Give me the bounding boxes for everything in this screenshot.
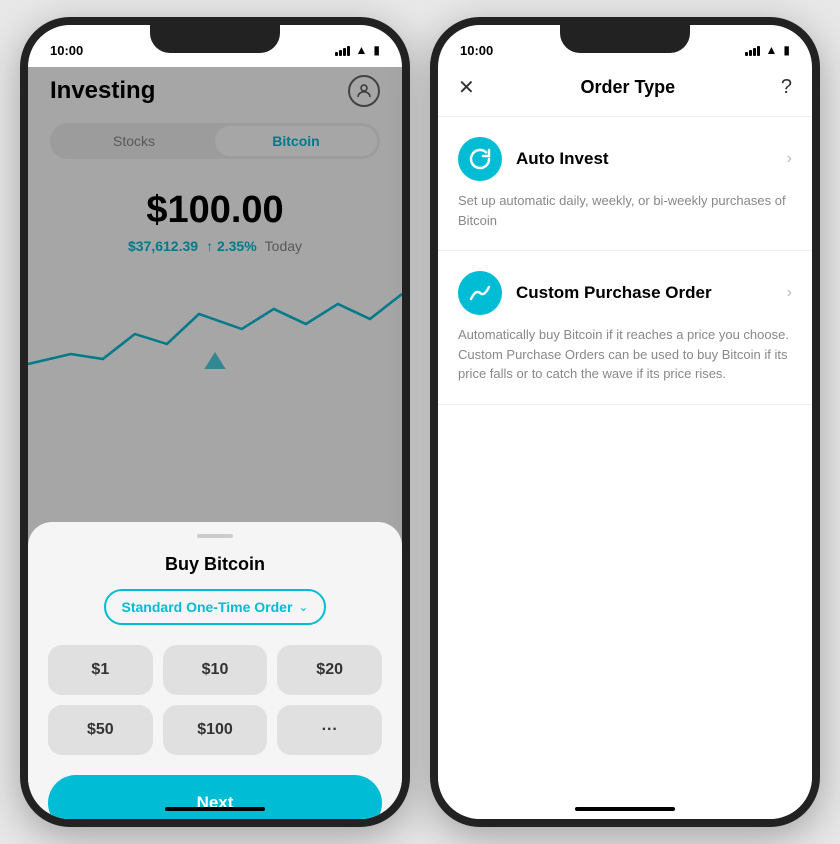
battery-icon-right: ▮ [783,43,790,57]
time-left: 10:00 [50,43,83,58]
amount-10[interactable]: $10 [163,645,268,695]
amount-1[interactable]: $1 [48,645,153,695]
time-right: 10:00 [460,43,493,58]
order-type-header: ✕ Order Type ? [438,67,812,117]
custom-purchase-chevron: › [787,284,792,302]
amount-100[interactable]: $100 [163,705,268,755]
signal-icon-right [745,44,760,56]
wifi-icon: ▲ [356,43,368,57]
sheet-title: Buy Bitcoin [48,554,382,575]
custom-purchase-row: Custom Purchase Order › [458,271,792,315]
amount-more[interactable]: ··· [277,705,382,755]
left-screen: Investing Stocks Bitcoin $100.00 $37,612… [28,67,402,827]
custom-purchase-desc: Automatically buy Bitcoin if it reaches … [458,325,792,384]
notch-right [560,25,690,53]
amount-grid: $1 $10 $20 $50 $100 ··· [48,645,382,755]
left-phone: 10:00 ▲ ▮ Investing [20,17,410,827]
amount-20[interactable]: $20 [277,645,382,695]
auto-invest-row: Auto Invest › [458,137,792,181]
bottom-sheet: Buy Bitcoin Standard One-Time Order ⌄ $1… [28,522,402,827]
home-indicator-right [575,807,675,811]
home-indicator-left [165,807,265,811]
status-icons-left: ▲ ▮ [335,43,381,57]
close-button[interactable]: ✕ [458,75,475,100]
custom-purchase-icon [458,271,502,315]
custom-purchase-option[interactable]: Custom Purchase Order › Automatically bu… [438,251,812,405]
sheet-handle [197,534,233,538]
wifi-icon-right: ▲ [766,43,778,57]
order-type-button[interactable]: Standard One-Time Order ⌄ [104,589,327,625]
auto-invest-chevron: › [787,150,792,168]
right-screen: ✕ Order Type ? Auto Invest › Set up auto… [438,67,812,827]
header-title: Order Type [580,77,675,98]
auto-invest-icon [458,137,502,181]
custom-purchase-label: Custom Purchase Order [516,283,773,303]
amount-50[interactable]: $50 [48,705,153,755]
auto-invest-desc: Set up automatic daily, weekly, or bi-we… [458,191,792,230]
help-button[interactable]: ? [781,76,792,99]
notch [150,25,280,53]
auto-invest-option[interactable]: Auto Invest › Set up automatic daily, we… [438,117,812,251]
signal-icon [335,44,350,56]
status-icons-right: ▲ ▮ [745,43,791,57]
next-button[interactable]: Next [48,775,382,827]
order-type-label: Standard One-Time Order [122,599,293,615]
auto-invest-label: Auto Invest [516,149,773,169]
battery-icon: ▮ [373,43,380,57]
chevron-down-icon: ⌄ [298,600,308,614]
right-phone: 10:00 ▲ ▮ ✕ Order Type ? [430,17,820,827]
